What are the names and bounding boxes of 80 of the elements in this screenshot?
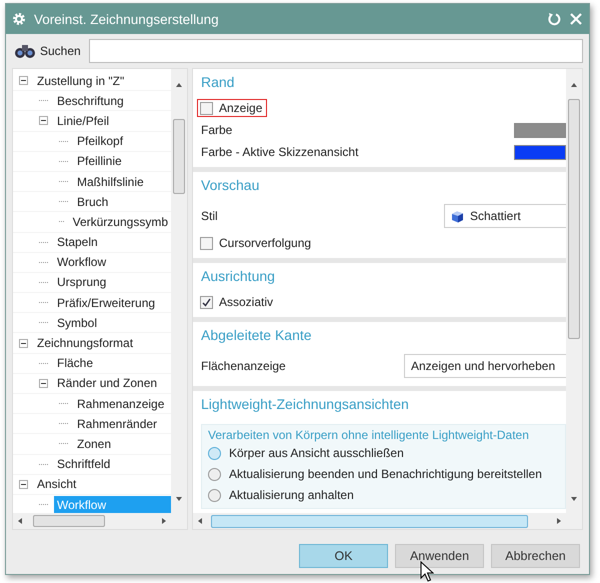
checkbox[interactable] [200,102,213,114]
binoculars-icon [14,43,36,59]
dialog-button[interactable]: OK [299,544,388,568]
radio-label: Aktualisierung beenden und Benachrichtigung bereitstellen [229,467,542,481]
window-title: Voreinst. Zeichnungserstellung [34,12,220,26]
cube-icon [451,210,464,222]
tree-item[interactable]: Beschriftung [54,92,127,110]
tree-item[interactable]: Maßhilfslinie [74,172,147,191]
scroll-right-icon[interactable] [556,517,562,525]
radio-label: Körper aus Ansicht ausschließen [229,446,404,460]
field-label: Flächenanzeige [201,359,286,373]
scroll-down-icon[interactable] [175,496,183,502]
section-title: Vorschau [201,177,260,193]
tree-item[interactable]: Präfix/Erweiterung [54,294,158,312]
scroll-left-icon[interactable] [17,517,23,525]
tree-item[interactable]: Bruch [74,192,112,211]
dropdown[interactable]: Anzeigen und hervorheben [404,354,566,378]
tree-item[interactable]: Linie/Pfeil [54,112,112,130]
checkbox[interactable] [200,236,213,250]
group-title: Verarbeiten von Körpern ohne intelligente Lightweight-Daten [208,428,530,442]
vertical-scrollbar[interactable] [566,69,582,513]
radio-button[interactable] [208,488,221,502]
collapse-icon[interactable] [39,116,48,126]
search-field[interactable] [88,39,583,63]
tree-item[interactable]: Rahmenränder [74,414,160,433]
tree-item[interactable]: Ursprung [54,273,110,292]
tree-item[interactable]: Ansicht [34,475,80,494]
dialog-button[interactable]: Anwenden [395,544,484,568]
tree-item[interactable]: Zeichnungsformat [34,334,136,352]
section-title: Lightweight-Zeichnungsansichten [201,396,410,412]
checkbox[interactable] [200,296,213,308]
tree-item[interactable]: Verkürzungssymb [70,212,171,231]
collapse-icon[interactable] [19,338,28,348]
vertical-scrollbar[interactable] [171,69,187,513]
scroll-right-icon[interactable] [161,517,167,525]
horizontal-scrollbar[interactable] [13,513,171,529]
tree-item[interactable]: Pfeillinie [74,152,125,170]
checkbox-label: Anzeige [219,101,262,115]
section-title: Ausrichtung [201,268,276,284]
tree-item[interactable]: Schriftfeld [54,455,114,474]
section-title: Abgeleitete Kante [201,327,313,343]
dropdown[interactable]: Schattiert [444,204,566,228]
collapse-icon[interactable] [39,378,48,388]
tree-item[interactable]: Symbol [54,314,100,332]
dialog-button[interactable]: Abbrechen [491,544,580,568]
collapse-icon[interactable] [19,480,28,489]
radio-button[interactable] [208,446,221,460]
gear-icon [12,12,26,26]
tree-item[interactable]: Workflow [54,253,110,272]
collapse-icon[interactable] [19,76,28,86]
scroll-down-icon[interactable] [570,496,578,502]
radio-button[interactable] [208,468,221,480]
checkbox-label: Assoziativ [219,295,274,309]
scroll-thumb[interactable] [33,515,105,527]
scroll-up-icon[interactable] [175,82,183,88]
tree-item[interactable]: Zustellung in "Z" [34,72,128,90]
scroll-left-icon[interactable] [197,517,203,525]
tree-item[interactable]: Fläche [54,354,96,372]
tree-item[interactable]: Ränder und Zonen [54,374,160,392]
scroll-thumb[interactable] [211,514,528,528]
scroll-up-icon[interactable] [570,82,578,88]
field-label: Farbe - Aktive Skizzenansicht [201,145,358,159]
mouse-pointer-icon [420,561,434,583]
radio-label: Aktualisierung anhalten [229,488,354,502]
tree-item[interactable]: Pfeilkopf [74,132,126,150]
scroll-thumb[interactable] [568,99,580,339]
horizontal-scrollbar[interactable] [193,513,566,529]
field-label: Farbe [201,123,232,137]
tree-item[interactable]: Stapeln [54,233,101,252]
reset-icon[interactable] [547,12,561,26]
color-swatch[interactable] [514,122,566,138]
close-icon[interactable] [569,12,583,26]
search-label: Suchen [40,44,81,58]
checkbox-label: Cursorverfolgung [219,236,312,250]
field-label: Stil [201,209,218,223]
tree-item[interactable]: Zonen [74,434,114,453]
tree-item[interactable]: Rahmenanzeige [74,394,168,413]
section-title: Rand [201,74,236,90]
scroll-thumb[interactable] [173,119,185,194]
color-swatch[interactable] [514,144,566,160]
